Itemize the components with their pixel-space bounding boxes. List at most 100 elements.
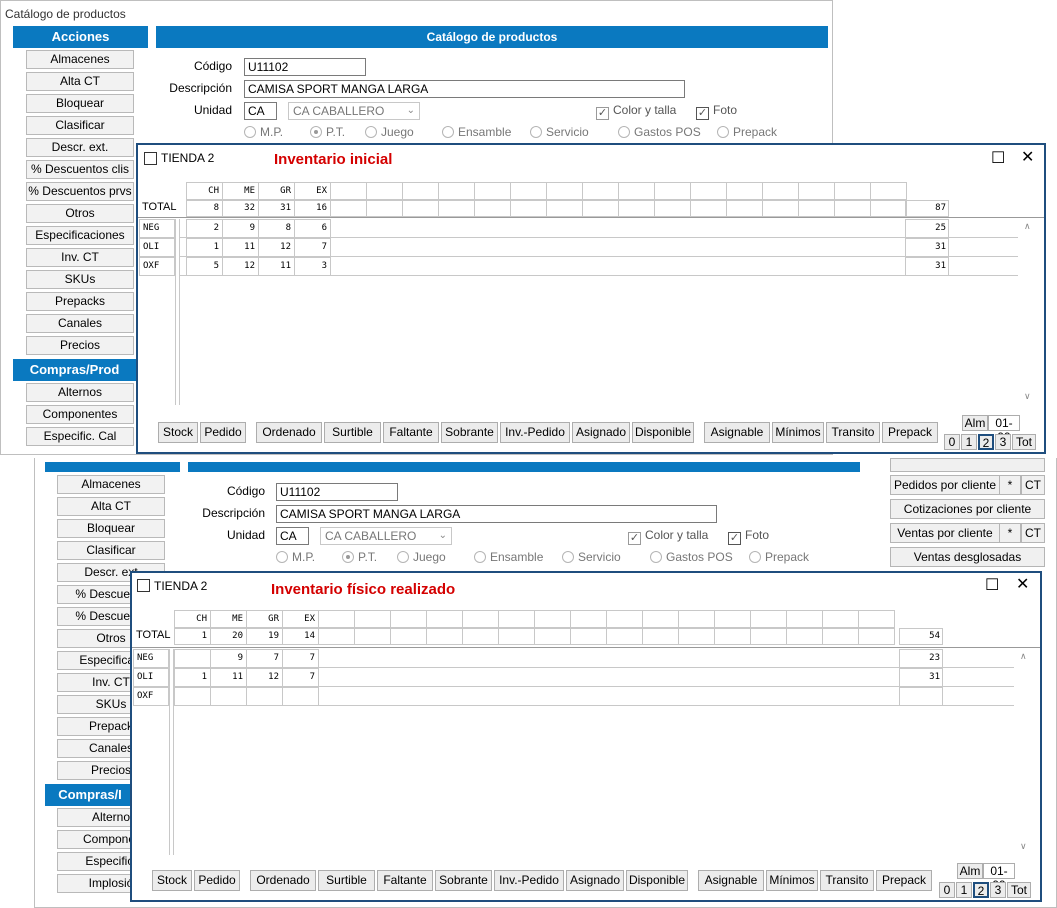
side-button-canales[interactable]: Canales <box>26 314 134 333</box>
right-button-ventas-por-cliente-4[interactable]: Ventas por cliente <box>890 523 1000 543</box>
side-button-almacenes[interactable]: Almacenes <box>26 50 134 69</box>
button-prepack[interactable]: Prepack <box>876 870 932 891</box>
data-cell[interactable]: 9 <box>210 650 246 667</box>
data-cell[interactable]: 7 <box>282 650 318 667</box>
page-button-0[interactable]: 0 <box>939 882 955 898</box>
button-surtible[interactable]: Surtible <box>324 422 381 443</box>
data-cell[interactable]: 6 <box>294 220 330 237</box>
data-cell[interactable] <box>174 688 210 705</box>
radio-juego[interactable]: Juego <box>365 125 414 139</box>
compras-button-especific-cal[interactable]: Especific. Cal <box>26 427 134 446</box>
back-radio-juego[interactable]: Juego <box>397 550 446 564</box>
side-button-descuentos-prvs[interactable]: % Descuentos prvs <box>26 182 134 201</box>
alm-range[interactable]: 01-99 <box>988 415 1020 444</box>
radio-ensamble[interactable]: Ensamble <box>442 125 511 139</box>
vertical-scrollbar[interactable]: ∧ ∨ <box>1018 649 1034 855</box>
data-cell[interactable]: 1 <box>174 669 210 686</box>
button-asignado[interactable]: Asignado <box>566 870 624 891</box>
back-side-button-alta-ct[interactable]: Alta CT <box>57 497 165 516</box>
side-button-skus[interactable]: SKUs <box>26 270 134 289</box>
alm-range[interactable]: 01-99 <box>983 863 1015 892</box>
close-icon[interactable]: ✕ <box>1016 577 1029 593</box>
right-button-ventas-desglosadas-7[interactable]: Ventas desglosadas <box>890 547 1045 567</box>
data-cell[interactable]: 9 <box>222 220 258 237</box>
data-cell[interactable]: 2 <box>186 220 222 237</box>
right-button-ct-2[interactable]: CT <box>1021 475 1045 495</box>
right-button-pedidos-por-cliente-0[interactable]: Pedidos por cliente <box>890 475 1000 495</box>
radio-servicio[interactable]: Servicio <box>530 125 589 139</box>
back-radio-ensamble[interactable]: Ensamble <box>474 550 543 564</box>
data-cell[interactable]: 1 <box>186 239 222 256</box>
button-ordenado[interactable]: Ordenado <box>256 422 322 443</box>
page-button-1[interactable]: 1 <box>956 882 972 898</box>
page-button-1[interactable]: 1 <box>961 434 977 450</box>
button-asignable[interactable]: Asignable <box>698 870 764 891</box>
data-cell[interactable]: 8 <box>258 220 294 237</box>
data-cell[interactable]: 7 <box>282 669 318 686</box>
data-cell[interactable]: 12 <box>222 258 258 275</box>
back-codigo-field[interactable]: U11102 <box>276 483 398 501</box>
back-radio-gastos-pos[interactable]: Gastos POS <box>650 550 733 564</box>
vertical-scrollbar[interactable]: ∧ ∨ <box>1022 219 1038 405</box>
page-button-2[interactable]: 2 <box>973 882 989 898</box>
data-cell[interactable] <box>174 650 210 667</box>
button-stock[interactable]: Stock <box>158 422 198 443</box>
button-pedido[interactable]: Pedido <box>200 422 246 443</box>
scroll-down-icon[interactable]: ∨ <box>1024 391 1031 402</box>
button-inv-pedido[interactable]: Inv.-Pedido <box>500 422 570 443</box>
data-cell[interactable]: 12 <box>246 669 282 686</box>
radio-m-p[interactable]: M.P. <box>244 125 283 139</box>
right-button-item-5[interactable]: * <box>999 523 1021 543</box>
codigo-field[interactable]: U11102 <box>244 58 366 76</box>
side-button-especificaciones[interactable]: Especificaciones <box>26 226 134 245</box>
data-cell[interactable]: 7 <box>246 650 282 667</box>
button-faltante[interactable]: Faltante <box>383 422 439 443</box>
back-side-button-clasificar[interactable]: Clasificar <box>57 541 165 560</box>
compras-button-alternos[interactable]: Alternos <box>26 383 134 402</box>
scroll-down-icon[interactable]: ∨ <box>1020 841 1027 852</box>
back-unidad-field[interactable]: CA <box>276 527 309 545</box>
right-button-ct-6[interactable]: CT <box>1021 523 1045 543</box>
button-m-nimos[interactable]: Mínimos <box>772 422 824 443</box>
side-button-alta-ct[interactable]: Alta CT <box>26 72 134 91</box>
back-side-button-bloquear[interactable]: Bloquear <box>57 519 165 538</box>
page-button-tot[interactable]: Tot <box>1012 434 1036 450</box>
radio-gastos-pos[interactable]: Gastos POS <box>618 125 701 139</box>
back-unidad-combo[interactable]: CA CABALLERO ⌄ <box>320 527 452 545</box>
radio-p-t[interactable]: P.T. <box>310 125 345 139</box>
page-button-tot[interactable]: Tot <box>1007 882 1031 898</box>
maximize-icon[interactable]: ☐ <box>991 151 1005 167</box>
data-cell[interactable] <box>246 688 282 705</box>
back-radio-prepack[interactable]: Prepack <box>749 550 809 564</box>
button-disponible[interactable]: Disponible <box>632 422 694 443</box>
back-radio-m-p[interactable]: M.P. <box>276 550 315 564</box>
back-foto-checkbox[interactable]: ✓ Foto <box>728 528 769 545</box>
data-cell[interactable]: 5 <box>186 258 222 275</box>
page-button-0[interactable]: 0 <box>944 434 960 450</box>
button-ordenado[interactable]: Ordenado <box>250 870 316 891</box>
button-faltante[interactable]: Faltante <box>377 870 433 891</box>
back-radio-p-t[interactable]: P.T. <box>342 550 377 564</box>
data-cell[interactable]: 11 <box>210 669 246 686</box>
close-icon[interactable]: ✕ <box>1021 150 1034 166</box>
color-talla-checkbox[interactable]: ✓ Color y talla <box>596 103 676 120</box>
right-button-item-1[interactable]: * <box>999 475 1021 495</box>
scroll-up-icon[interactable]: ∧ <box>1020 651 1027 662</box>
maximize-icon[interactable]: ☐ <box>985 578 999 594</box>
data-cell[interactable]: 12 <box>258 239 294 256</box>
dialog-checkbox[interactable] <box>137 579 150 592</box>
side-button-prepacks[interactable]: Prepacks <box>26 292 134 311</box>
foto-checkbox[interactable]: ✓ Foto <box>696 103 737 120</box>
button-asignable[interactable]: Asignable <box>704 422 770 443</box>
scroll-up-icon[interactable]: ∧ <box>1024 221 1031 232</box>
radio-prepack[interactable]: Prepack <box>717 125 777 139</box>
side-button-otros[interactable]: Otros <box>26 204 134 223</box>
data-cell[interactable] <box>282 688 318 705</box>
page-button-3[interactable]: 3 <box>995 434 1011 450</box>
unidad-field[interactable]: CA <box>244 102 277 120</box>
button-m-nimos[interactable]: Mínimos <box>766 870 818 891</box>
back-color-talla-checkbox[interactable]: ✓ Color y talla <box>628 528 708 545</box>
data-cell[interactable]: 7 <box>294 239 330 256</box>
button-asignado[interactable]: Asignado <box>572 422 630 443</box>
button-prepack[interactable]: Prepack <box>882 422 938 443</box>
